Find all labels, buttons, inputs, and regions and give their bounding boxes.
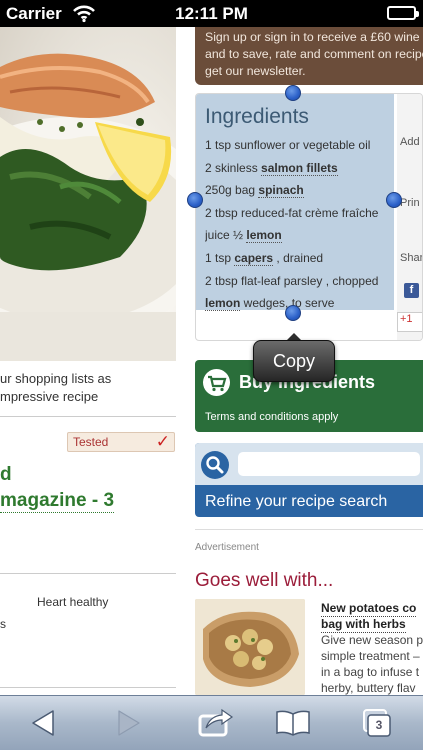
recipe-actions-panel: Add t Prin Shar f +1 [397, 94, 423, 340]
ingredient-item: 2 tbsp flat-leaf parsley , chopped [205, 273, 379, 288]
checkmark-icon: ✓ [155, 432, 170, 451]
ingredient-link[interactable]: lemon [246, 228, 282, 244]
search-icon[interactable] [201, 451, 229, 479]
left-column: ur shopping lists as mpressive recipe Te… [0, 27, 176, 695]
selection-handle-bottom[interactable] [285, 305, 301, 321]
magazine-link-line-1[interactable]: d [0, 464, 12, 486]
left-text-line: ur shopping lists as [0, 371, 112, 386]
divider [0, 687, 176, 688]
copy-button[interactable]: Copy [253, 340, 335, 382]
share-label: Shar [400, 252, 423, 264]
selection-handle-top[interactable] [285, 85, 301, 101]
battery-icon [387, 6, 419, 20]
recipe-desc-line: simple treatment – [321, 649, 420, 663]
clock-time: 12:11 PM [175, 4, 248, 23]
copy-menu: Copy [253, 333, 335, 383]
ingredient-item: 2 skinless salmon fillets [205, 160, 338, 176]
tested-badge: Tested ✓ [67, 432, 175, 452]
tested-label: Tested [73, 435, 109, 449]
recipe-description: Give new season p simple treatment – in … [321, 632, 423, 695]
signup-text-line: get our newsletter. [205, 64, 306, 78]
share-icon[interactable] [192, 702, 236, 744]
divider [0, 416, 176, 417]
google-plus-button[interactable]: +1 [397, 312, 422, 332]
heart-healthy-label: Heart healthy [37, 595, 109, 609]
ingredient-link[interactable]: lemon [205, 296, 241, 312]
cart-icon [203, 369, 230, 396]
ingredients-card: Ingredients 1 tsp sunflower or vegetable… [195, 93, 423, 341]
ingredients-list: 1 tsp sunflower or vegetable oil 2 skinl… [205, 134, 397, 315]
signup-promo[interactable]: Sign up or sign in to receive a £60 wine… [195, 27, 423, 85]
print-button[interactable]: Prin [400, 197, 420, 209]
goes-well-heading: Goes well with... [195, 570, 334, 591]
selection-handle-right[interactable] [386, 192, 402, 208]
divider [195, 529, 423, 530]
potatoes-recipe-link[interactable]: New potatoes co bag with herbs [321, 601, 423, 633]
recipe-desc-line: herby, buttery flav [321, 681, 416, 695]
ingredient-link[interactable]: salmon fillets [261, 160, 338, 176]
tabs-count: 3 [375, 718, 383, 732]
signup-text-line: Sign up or sign in to receive a £60 wine [205, 30, 420, 44]
salmon-dish-photo [0, 27, 176, 361]
divider [0, 573, 176, 574]
advertisement-label: Advertisement [195, 542, 259, 553]
ingredient-item: 1 tsp capers , drained [205, 250, 324, 266]
recipe-desc-line: in a bag to infuse t [321, 665, 420, 679]
search-bar [195, 443, 423, 485]
bookmarks-icon[interactable] [271, 702, 315, 744]
ingredient-item: lemon wedges, to serve [205, 296, 335, 312]
left-intro-text: ur shopping lists as mpressive recipe [0, 370, 111, 406]
facebook-icon[interactable]: f [404, 283, 419, 298]
magazine-link[interactable]: magazine - 3 [0, 490, 115, 513]
selection-handle-left[interactable] [187, 192, 203, 208]
browser-toolbar: 3 [0, 695, 423, 750]
recipe-title-line: New potatoes co [321, 601, 417, 617]
signup-text-line: and to save, rate and comment on recipe [205, 47, 423, 61]
back-icon[interactable] [21, 702, 65, 744]
search-input[interactable] [238, 452, 420, 476]
forward-icon[interactable] [105, 702, 149, 744]
ingredient-item: 250g bag spinach [205, 183, 304, 199]
ingredients-title: Ingredients [205, 105, 309, 128]
left-text-line: mpressive recipe [0, 389, 99, 404]
recipe-desc-line: Give new season p [321, 633, 423, 647]
terms-text: Terms and conditions apply [205, 411, 339, 423]
ingredient-item: 1 tsp sunflower or vegetable oil [205, 138, 371, 152]
ingredient-link[interactable]: capers [234, 250, 274, 266]
ingredient-item: juice ½ lemon [205, 228, 282, 244]
status-bar: Carrier 12:11 PM [0, 0, 423, 27]
potatoes-recipe-photo[interactable] [195, 599, 305, 695]
ingredient-item: 2 tbsp reduced-fat crème fraîche [205, 205, 379, 220]
recipe-search-panel: Refine your recipe search [195, 443, 423, 517]
tabs-icon[interactable]: 3 [355, 702, 399, 744]
add-to-button[interactable]: Add t [400, 136, 422, 148]
refine-search-label[interactable]: Refine your recipe search [205, 493, 387, 511]
recipe-title-line: bag with herbs [321, 617, 406, 633]
ingredient-link[interactable]: spinach [258, 183, 304, 199]
truncated-text: s [0, 617, 6, 631]
